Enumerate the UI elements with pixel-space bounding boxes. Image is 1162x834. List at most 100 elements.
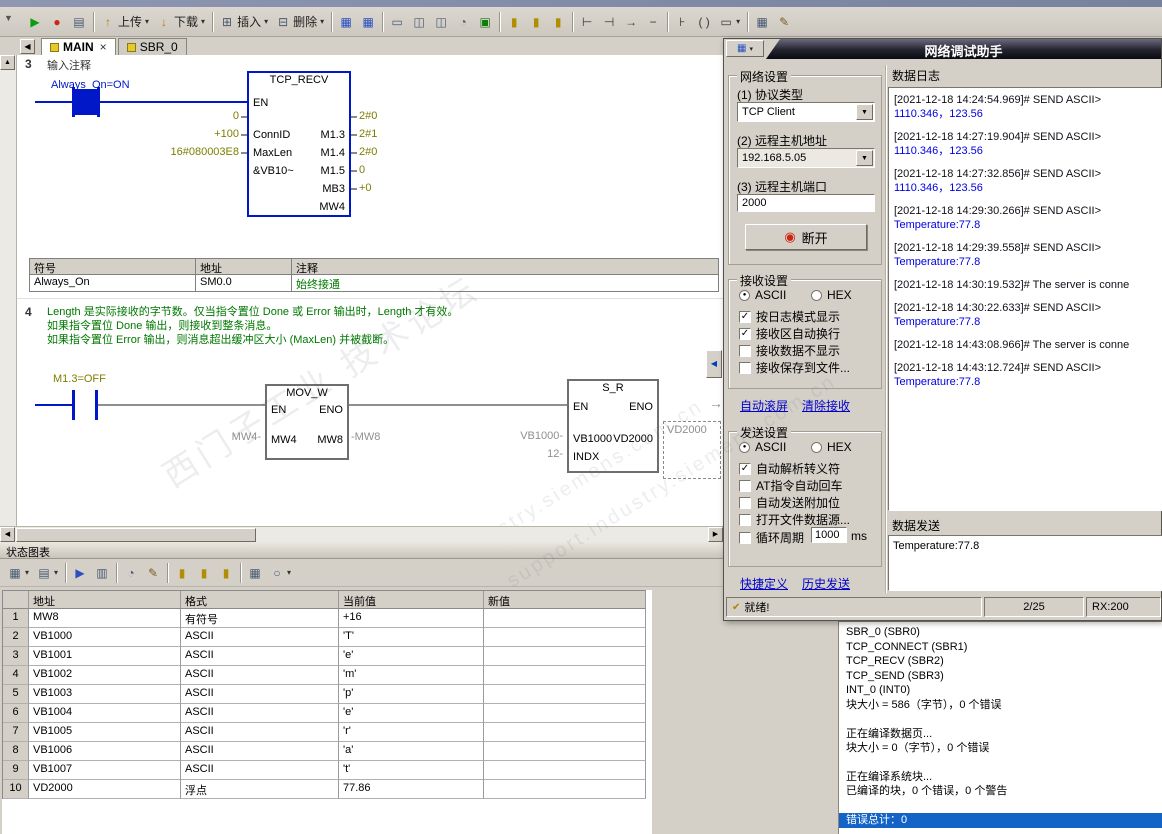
address-cell[interactable]: VB1005 (29, 723, 181, 742)
checkbox-icon[interactable] (739, 513, 751, 526)
network-4-comment-line3[interactable]: 如果指令置位 Error 输出，则消息超出缓冲区大小 (MaxLen) 并被截断… (47, 331, 394, 347)
close-icon[interactable]: × (100, 40, 107, 54)
force-button[interactable]: ▮ (171, 561, 193, 585)
caret-down-icon[interactable]: ▾ (145, 17, 149, 26)
ladder-editor[interactable]: 3 输入注释 Always_On=ON TCP_RECV EN ConnID M… (17, 55, 723, 526)
format-cell[interactable]: 浮点 (181, 780, 339, 799)
chart-select-button[interactable]: ▤ ▾ (33, 561, 62, 585)
insert-coil-button[interactable]: ( ) (693, 10, 715, 34)
send-data-input[interactable]: Temperature:77.8 (888, 535, 1162, 591)
table-row[interactable]: 3 VB1001 ASCII'e' (3, 647, 646, 666)
format-cell[interactable]: ASCII (181, 647, 339, 666)
format-cell[interactable]: ASCII (181, 742, 339, 761)
address-cell[interactable]: MW8 (29, 609, 181, 628)
chart-view-button[interactable]: ▦ ▾ (4, 561, 33, 585)
network-debug-assistant-window[interactable]: ▦ ▾ 网络调试助手 网络设置 (1) 协议类型 TCP Client ▼ (2… (723, 38, 1162, 621)
new-value-cell[interactable] (484, 685, 646, 704)
table-row[interactable]: 6 VB1004 ASCII'e' (3, 704, 646, 723)
window-button-3[interactable]: ◫ (430, 10, 452, 34)
chart-grid-button[interactable]: ▦ (244, 561, 266, 585)
clear-receive-link[interactable]: 清除接收 (802, 397, 850, 414)
format-cell[interactable]: ASCII (181, 628, 339, 647)
insert-branch-up-button[interactable]: ⊢ (576, 10, 598, 34)
table-row[interactable]: 10 VD2000 浮点 77.86 (3, 780, 646, 799)
checkbox-icon[interactable]: ✓ (739, 327, 751, 340)
checkbox-icon[interactable] (739, 344, 751, 357)
program-status-button[interactable]: ▤ (68, 10, 90, 34)
radio-icon[interactable] (811, 441, 822, 453)
save-to-file-checkbox[interactable]: 接收保存到文件... (739, 359, 850, 376)
comment-cell[interactable]: 始终接通 (292, 275, 719, 292)
tab-sbr0[interactable]: SBR_0 (117, 38, 187, 55)
read-forced-button[interactable]: ▮ (547, 10, 569, 34)
table-row[interactable]: 9 VB1007 ASCII't' (3, 761, 646, 780)
send-hex-radio[interactable]: HEX (811, 440, 852, 454)
insert-vertical-button[interactable]: − (642, 10, 664, 34)
checkbox-icon[interactable] (739, 496, 751, 509)
checkbox-icon[interactable]: ✓ (739, 310, 751, 323)
address-cell[interactable]: VB1002 (29, 666, 181, 685)
address-cell[interactable]: SM0.0 (196, 275, 292, 292)
format-cell[interactable]: ASCII (181, 704, 339, 723)
file-source-checkbox[interactable]: 打开文件数据源... (739, 511, 850, 528)
hide-data-checkbox[interactable]: 接收数据不显示 (739, 342, 840, 359)
write-values-button[interactable]: ✎ (142, 561, 164, 585)
pane-collapse-button[interactable]: ◀ (706, 350, 722, 378)
scroll-thumb[interactable] (16, 527, 256, 542)
unforce-button[interactable]: ▮ (525, 10, 547, 34)
format-cell[interactable]: ASCII (181, 666, 339, 685)
caret-down-icon[interactable]: ▾ (201, 17, 205, 26)
insert-branch-down-button[interactable]: ⊣ (598, 10, 620, 34)
disconnect-button[interactable]: ◉ 断开 (745, 224, 867, 250)
format-cell[interactable]: ASCII (181, 761, 339, 780)
address-cell[interactable]: VB1001 (29, 647, 181, 666)
new-value-cell[interactable] (484, 647, 646, 666)
tcp-recv-block[interactable]: TCP_RECV EN ConnID MaxLen &VB10~ M1.3 M1… (247, 71, 351, 217)
address-cell[interactable]: VB1003 (29, 685, 181, 704)
ladder-horizontal-scrollbar[interactable]: ◀ ▶ (0, 526, 723, 542)
assistant-titlebar[interactable]: ▦ ▾ 网络调试助手 (724, 39, 1161, 59)
address-cell[interactable]: VB1006 (29, 742, 181, 761)
upload-button[interactable]: ↑ 上传 ▾ (97, 10, 153, 34)
insert-contact-button[interactable]: ⊦ (671, 10, 693, 34)
table-row[interactable]: 4 VB1002 ASCII'm' (3, 666, 646, 685)
history-send-link[interactable]: 历史发送 (802, 575, 850, 592)
window-button-2[interactable]: ◫ (408, 10, 430, 34)
checkbox-icon[interactable]: ✓ (739, 462, 751, 475)
data-log-box[interactable]: [2021-12-18 14:24:54.969]# SEND ASCII> 11… (888, 87, 1162, 511)
new-value-cell[interactable] (484, 742, 646, 761)
new-value-cell[interactable] (484, 704, 646, 723)
log-mode-checkbox[interactable]: ✓ 按日志模式显示 (739, 308, 840, 325)
run-button[interactable]: ▶ (24, 10, 46, 34)
address-cell[interactable]: VB1007 (29, 761, 181, 780)
tab-scroll-left-button[interactable]: ◀ (20, 39, 35, 54)
checkbox-icon[interactable] (739, 479, 751, 492)
edit-mode-button[interactable]: ✎ (773, 10, 795, 34)
tab-main[interactable]: MAIN × (41, 38, 116, 55)
auto-scroll-link[interactable]: 自动滚屏 (740, 397, 788, 414)
new-value-cell[interactable] (484, 723, 646, 742)
address-cell[interactable]: VB1000 (29, 628, 181, 647)
scroll-left-button[interactable]: ◀ (0, 527, 15, 542)
chevron-down-icon[interactable]: ▼ (856, 104, 873, 120)
error-total-line[interactable]: 错误总计：0 (839, 812, 1162, 828)
radio-icon[interactable] (811, 289, 822, 301)
force-button[interactable]: ▮ (503, 10, 525, 34)
read-values-button[interactable]: ◔ (120, 561, 142, 585)
new-value-cell[interactable] (484, 666, 646, 685)
download-button[interactable]: ↓ 下载 ▾ (153, 10, 209, 34)
address-cell[interactable]: VD2000 (29, 780, 181, 799)
send-ascii-radio[interactable]: ● ASCII (739, 440, 786, 454)
quick-define-link[interactable]: 快捷定义 (740, 575, 788, 592)
symbol-cell[interactable]: Always_On (30, 275, 196, 292)
new-value-cell[interactable] (484, 628, 646, 647)
protocol-select[interactable]: TCP Client ▼ (737, 102, 875, 122)
caret-down-icon[interactable]: ▾ (320, 17, 324, 26)
auto-send-bit-checkbox[interactable]: 自动发送附加位 (739, 494, 840, 511)
escape-parse-checkbox[interactable]: ✓ 自动解析转义符 (739, 460, 840, 477)
caret-down-icon[interactable]: ▾ (264, 17, 268, 26)
chart-run-button[interactable]: ▶ (69, 561, 91, 585)
table-row[interactable]: 1 MW8 有符号 +16 (3, 609, 646, 628)
timer-button[interactable]: ◔ (452, 10, 474, 34)
insert-button[interactable]: ⊞ 插入 ▾ (216, 10, 272, 34)
